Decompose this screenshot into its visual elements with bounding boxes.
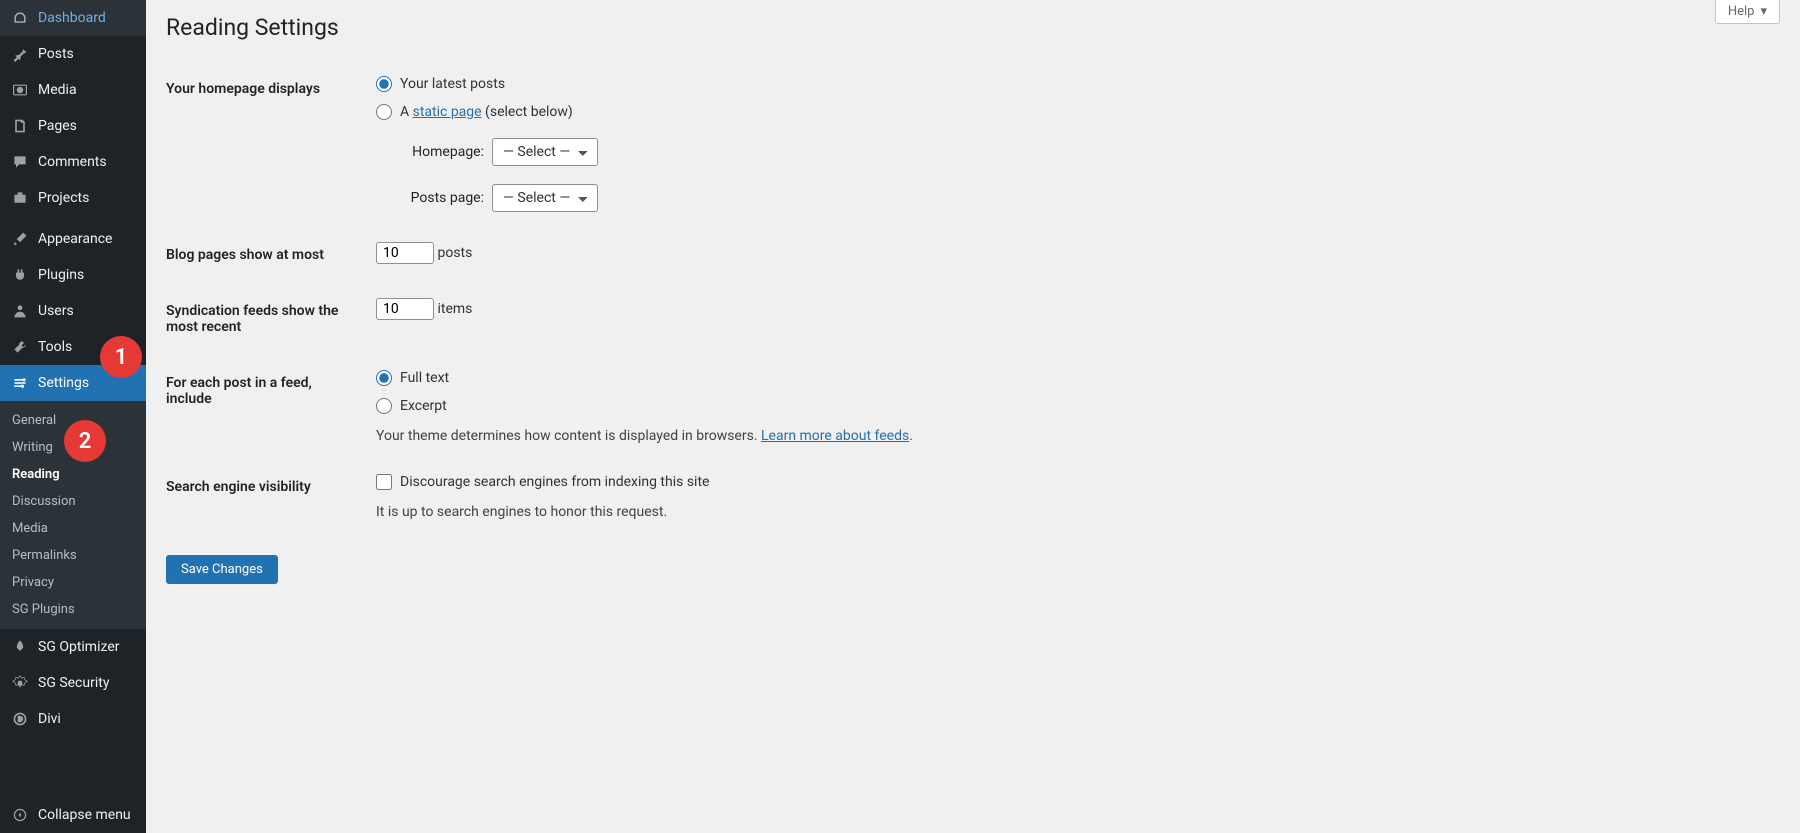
homepage-select[interactable]: — Select — [492,138,598,166]
discourage-search-checkbox[interactable] [376,474,392,490]
sub-sgplugins[interactable]: SG Plugins [0,596,146,623]
radio-label: Full text [400,370,449,386]
feed-excerpt-option[interactable]: Excerpt [376,398,1770,414]
nav-sgoptimizer[interactable]: SG Optimizer [0,629,146,665]
nav-users[interactable]: Users [0,293,146,329]
nav-appearance[interactable]: Appearance [0,221,146,257]
sub-privacy[interactable]: Privacy [0,569,146,596]
user-icon [10,301,30,321]
main-content: Help▾ Reading Settings Your homepage dis… [146,0,1800,833]
nav-media[interactable]: Media [0,72,146,108]
postspage-select-label: Posts page: [398,190,484,206]
briefcase-icon [10,188,30,208]
nav-divi[interactable]: Divi [0,701,146,737]
nav-projects[interactable]: Projects [0,180,146,216]
static-page-link[interactable]: static page [413,104,482,120]
sub-discussion[interactable]: Discussion [0,488,146,515]
page-title: Reading Settings [166,0,1780,61]
unit-label: items [437,301,472,317]
settings-form: Your homepage displays Your latest posts… [166,61,1780,535]
nav-label: Settings [38,375,89,391]
plug-icon [10,265,30,285]
nav-plugins[interactable]: Plugins [0,257,146,293]
radio-label: A static page (select below) [400,104,573,120]
page-icon [10,116,30,136]
blog-pages-input[interactable] [376,242,434,264]
nav-posts[interactable]: Posts [0,36,146,72]
dashboard-icon [10,8,30,28]
gear-icon [10,673,30,693]
nav-label: Comments [38,154,107,170]
admin-sidebar: Dashboard Posts Media Pages Comments Pro… [0,0,146,833]
annotation-badge-1: 1 [100,336,142,378]
nav-label: SG Security [38,675,109,691]
nav-label: Posts [38,46,74,62]
feed-include-label: For each post in a feed, include [166,355,366,459]
nav-label: Tools [38,339,72,355]
nav-label: Media [38,82,77,98]
feed-description: Your theme determines how content is dis… [376,428,1770,444]
nav-dashboard[interactable]: Dashboard [0,0,146,36]
sliders-icon [10,373,30,393]
media-icon [10,80,30,100]
discourage-search-option[interactable]: Discourage search engines from indexing … [376,474,1770,490]
rocket-icon [10,637,30,657]
unit-label: posts [437,245,472,261]
nav-label: Dashboard [38,10,106,26]
homepage-latest-posts-option[interactable]: Your latest posts [376,76,1770,92]
postspage-select[interactable]: — Select — [492,184,598,212]
wrench-icon [10,337,30,357]
nav-pages[interactable]: Pages [0,108,146,144]
homepage-select-label: Homepage: [398,144,484,160]
pin-icon [10,44,30,64]
save-changes-button[interactable]: Save Changes [166,555,278,584]
check-label: Discourage search engines from indexing … [400,474,709,490]
syndication-label: Syndication feeds show the most recent [166,283,366,355]
homepage-static-page-radio[interactable] [376,104,392,120]
blog-pages-label: Blog pages show at most [166,227,366,283]
nav-label: Plugins [38,267,84,283]
radio-label: Excerpt [400,398,447,414]
nav-comments[interactable]: Comments [0,144,146,180]
sub-reading[interactable]: Reading [0,461,146,488]
nav-label: Appearance [38,231,112,247]
help-tab[interactable]: Help▾ [1715,0,1780,24]
nav-collapse[interactable]: Collapse menu [0,797,146,833]
nav-label: Pages [38,118,77,134]
feed-fulltext-option[interactable]: Full text [376,370,1770,386]
nav-sgsecurity[interactable]: SG Security [0,665,146,701]
nav-label: Users [38,303,74,319]
syndication-input[interactable] [376,298,434,320]
annotation-badge-2: 2 [64,420,106,462]
nav-label: Divi [38,711,61,727]
feeds-learn-more-link[interactable]: Learn more about feeds [761,428,909,444]
feed-fulltext-radio[interactable] [376,370,392,386]
search-description: It is up to search engines to honor this… [376,504,1770,520]
nav-label: Projects [38,190,89,206]
feed-excerpt-radio[interactable] [376,398,392,414]
search-visibility-label: Search engine visibility [166,459,366,535]
sub-media[interactable]: Media [0,515,146,542]
divi-icon [10,709,30,729]
radio-label: Your latest posts [400,76,505,92]
nav-label: SG Optimizer [38,639,119,655]
collapse-icon [10,805,30,825]
homepage-label: Your homepage displays [166,61,366,227]
homepage-static-page-option[interactable]: A static page (select below) [376,104,1770,120]
brush-icon [10,229,30,249]
sub-permalinks[interactable]: Permalinks [0,542,146,569]
homepage-latest-posts-radio[interactable] [376,76,392,92]
comment-icon [10,152,30,172]
nav-label: Collapse menu [38,807,131,823]
chevron-down-icon: ▾ [1760,4,1767,19]
